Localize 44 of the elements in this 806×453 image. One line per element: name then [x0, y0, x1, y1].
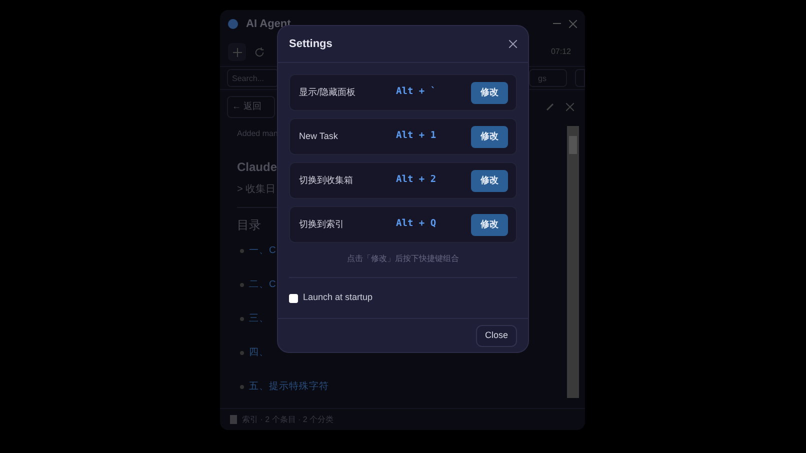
- edit-icon[interactable]: [546, 103, 554, 111]
- toc-link[interactable]: 一、C: [249, 244, 276, 258]
- close-icon[interactable]: [509, 40, 517, 48]
- hint-text: 点击「修改」后按下快捷键组合: [347, 253, 459, 265]
- close-icon[interactable]: [569, 20, 577, 28]
- modify-button[interactable]: 修改: [471, 82, 508, 104]
- document-icon: [230, 415, 237, 424]
- note-heading: Claude: [237, 159, 278, 176]
- launch-checkbox[interactable]: [289, 294, 298, 302]
- toc-link[interactable]: 二、C: [249, 278, 276, 292]
- plus-icon: [232, 48, 242, 56]
- modify-button[interactable]: 修改: [471, 214, 508, 236]
- minimize-icon[interactable]: [553, 23, 561, 25]
- modify-button[interactable]: 修改: [471, 170, 508, 192]
- quote-text: > 收集日: [237, 183, 276, 197]
- scrollbar[interactable]: [567, 126, 579, 398]
- bullet-icon: [240, 283, 244, 287]
- shortcut-keys: Alt + `: [396, 85, 471, 100]
- shortcut-keys: Alt + 1: [396, 129, 471, 144]
- launch-label: Launch at startup: [303, 291, 373, 304]
- modify-button[interactable]: 修改: [471, 126, 508, 148]
- bullet-icon: [240, 249, 244, 253]
- add-button[interactable]: [228, 43, 246, 61]
- bullet-icon: [240, 317, 244, 321]
- shortcut-label: 显示/隐藏面板: [299, 86, 357, 99]
- dialog-title: Settings: [289, 36, 332, 52]
- toc-link[interactable]: 四、: [249, 346, 269, 360]
- toc-link[interactable]: 三、: [249, 312, 269, 326]
- shortcut-label: 切换到索引: [299, 218, 345, 231]
- delete-icon[interactable]: [566, 103, 574, 111]
- app-logo-icon: [228, 19, 238, 29]
- close-button[interactable]: Close: [476, 324, 517, 346]
- shortcut-keys: Alt + 2: [396, 173, 471, 188]
- toc-heading: 目录: [237, 217, 261, 234]
- refresh-icon[interactable]: [254, 46, 265, 58]
- shortcut-keys: Alt + Q: [396, 217, 471, 232]
- shortcut-label: 切换到收集箱: [299, 174, 354, 187]
- back-button[interactable]: ← 返回: [227, 96, 275, 118]
- toc-link[interactable]: 五、提示特殊字符: [249, 380, 329, 394]
- toolbar-button[interactable]: [575, 69, 585, 87]
- bullet-icon: [240, 385, 244, 389]
- bullet-icon: [240, 351, 244, 355]
- shortcut-label: New Task: [299, 130, 339, 143]
- clock-time: 07:12: [550, 46, 571, 58]
